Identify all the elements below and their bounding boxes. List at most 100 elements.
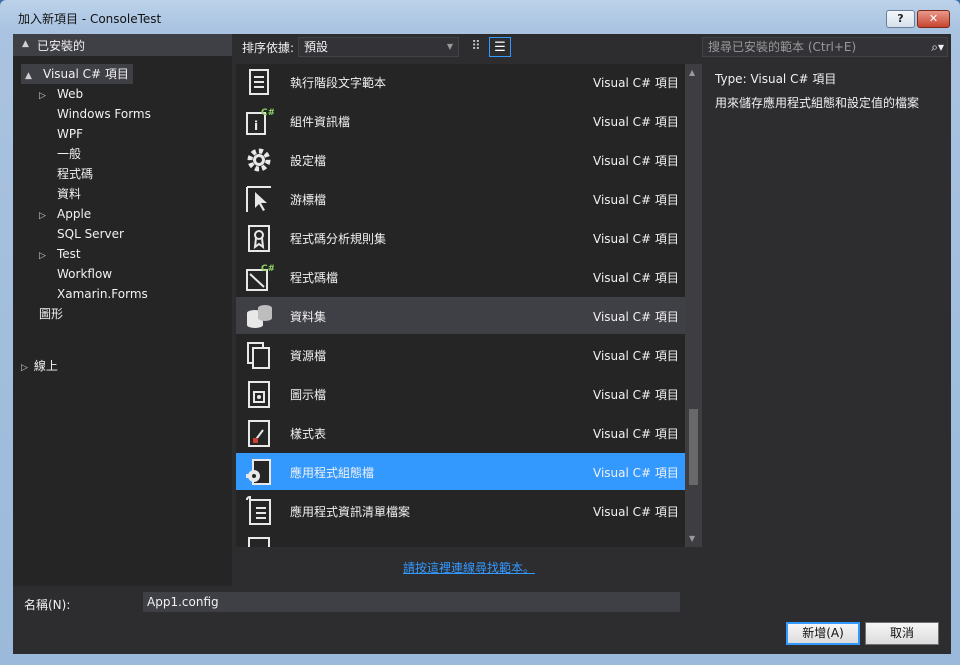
template-language: Visual C# 項目 bbox=[593, 193, 679, 207]
tree-item[interactable]: 圖形 bbox=[21, 304, 63, 324]
template-name: 組件資訊檔 bbox=[290, 115, 351, 129]
template-name: 圖示檔 bbox=[290, 388, 327, 402]
expand-arrow-icon[interactable]: ▷ bbox=[39, 86, 57, 106]
template-name: 游標檔 bbox=[290, 193, 327, 207]
tree-item-label: Test bbox=[57, 247, 81, 261]
template-row[interactable]: 游標檔 Visual C# 項目 bbox=[236, 180, 685, 217]
template-list: 執行階段文字範本 Visual C# 項目 i C# 組件資訊檔 Visual C# 項目… bbox=[236, 64, 685, 547]
search-icon[interactable]: ⌕▾ bbox=[931, 38, 944, 56]
tree-item-label: Visual C# 項目 bbox=[43, 67, 129, 81]
scroll-thumb[interactable] bbox=[689, 409, 698, 485]
template-language: Visual C# 項目 bbox=[593, 232, 679, 246]
tree-item[interactable]: ▷ Web bbox=[39, 84, 83, 104]
template-row[interactable]: 資料集 Visual C# 項目 bbox=[236, 297, 685, 334]
tree-item-label: Workflow bbox=[57, 267, 113, 281]
find-templates-link[interactable]: 請按這裡連線尋找範本。 bbox=[403, 559, 535, 576]
add-button[interactable]: 新增(A) bbox=[786, 622, 860, 645]
tree-item[interactable]: 一般 bbox=[39, 144, 81, 164]
search-input[interactable]: 搜尋已安裝的範本 (Ctrl+E) ⌕▾ bbox=[702, 37, 948, 57]
template-row[interactable]: i C# 組件資訊檔 Visual C# 項目 bbox=[236, 102, 685, 139]
template-row[interactable]: 樣式表 Visual C# 項目 bbox=[236, 414, 685, 451]
tree-item-label: Windows Forms bbox=[57, 107, 151, 121]
template-name: 程式碼檔 bbox=[290, 271, 339, 285]
sort-label: 排序依據: bbox=[242, 41, 295, 55]
info-pane: Type: Visual C# 項目 用來儲存應用程式組態和設定值的檔案 bbox=[702, 64, 951, 547]
installed-header[interactable]: ▲ 已安裝的 bbox=[13, 34, 232, 56]
grid-view-icon[interactable]: ⠿ bbox=[465, 37, 487, 57]
tree-item[interactable]: WPF bbox=[39, 124, 83, 144]
type-value: Visual C# 項目 bbox=[750, 72, 837, 86]
template-language: Visual C# 項目 bbox=[593, 154, 679, 168]
dialog-window: 加入新項目 - ConsoleTest ? ✕ ▲ 已安裝的 ▲ Visual C… bbox=[0, 0, 960, 665]
sort-value: 預設 bbox=[304, 40, 329, 54]
tree-item-label: 一般 bbox=[57, 147, 82, 161]
template-name: 執行階段文字範本 bbox=[290, 76, 387, 90]
dialog-client: ▲ 已安裝的 ▲ Visual C# 項目 ▷ Web Windows Forms WPF… bbox=[13, 34, 951, 654]
title-bar: 加入新項目 - ConsoleTest ? ✕ bbox=[0, 0, 960, 34]
template-name: 應用程式組態檔 bbox=[290, 466, 375, 480]
template-name: 應用程式資訊清單檔案 bbox=[290, 505, 411, 519]
scroll-up-icon[interactable]: ▲ bbox=[689, 68, 695, 77]
sort-select[interactable]: 預設 ▼ bbox=[298, 37, 459, 57]
scroll-down-icon[interactable]: ▼ bbox=[689, 534, 695, 543]
template-language: Visual C# 項目 bbox=[593, 388, 679, 402]
expand-arrow-icon[interactable]: ▷ bbox=[39, 206, 57, 226]
tree-item-label: SQL Server bbox=[57, 227, 124, 241]
template-language: Visual C# 項目 bbox=[593, 310, 679, 324]
template-name: 程式碼分析規則集 bbox=[290, 232, 387, 246]
installed-label: 已安裝的 bbox=[37, 39, 86, 53]
tree-item[interactable]: ▷ Test bbox=[39, 244, 81, 264]
template-name: 資源檔 bbox=[290, 349, 327, 363]
tree-item[interactable]: Xamarin.Forms bbox=[39, 284, 148, 304]
online-label: 線上 bbox=[33, 359, 58, 373]
chevron-down-icon: ▼ bbox=[446, 42, 453, 51]
category-tree: ▲ Visual C# 項目 ▷ Web Windows Forms WPF 一般 程式碼 資料… bbox=[13, 56, 232, 586]
name-field[interactable] bbox=[143, 592, 680, 612]
tree-item[interactable]: 程式碼 bbox=[39, 164, 93, 184]
name-label: 名稱(N): bbox=[24, 598, 71, 612]
assembly-info-icon: iC# bbox=[246, 108, 274, 135]
dataset-icon bbox=[247, 305, 272, 328]
manifest-icon bbox=[246, 496, 271, 525]
template-row[interactable]: 設定檔 Visual C# 項目 bbox=[236, 141, 685, 178]
template-language: Visual C# 項目 bbox=[593, 349, 679, 363]
list-scrollbar[interactable]: ▲ ▼ bbox=[685, 64, 702, 547]
template-row[interactable]: 資源檔 Visual C# 項目 bbox=[236, 336, 685, 373]
code-file-icon: C# bbox=[246, 264, 274, 291]
tree-item[interactable]: Workflow bbox=[39, 264, 112, 284]
template-row[interactable]: C# 程式碼檔 Visual C# 項目 bbox=[236, 258, 685, 295]
cancel-button[interactable]: 取消 bbox=[865, 622, 939, 645]
tree-item-online[interactable]: ▷ 線上 bbox=[21, 356, 58, 376]
resource-file-icon bbox=[247, 342, 270, 369]
tree-item[interactable]: ▷ Apple bbox=[39, 204, 91, 224]
template-language: Visual C# 項目 bbox=[593, 505, 679, 519]
template-description: 用來儲存應用程式組態和設定值的檔案 bbox=[715, 96, 920, 110]
close-button[interactable]: ✕ bbox=[917, 10, 950, 28]
expand-arrow-icon[interactable]: ▲ bbox=[25, 66, 43, 86]
collapse-arrow-icon[interactable]: ▲ bbox=[22, 39, 29, 49]
tree-item-label: WPF bbox=[57, 127, 84, 141]
tree-item[interactable]: SQL Server bbox=[39, 224, 124, 244]
tree-item-label: Xamarin.Forms bbox=[57, 287, 148, 301]
tree-item[interactable]: 資料 bbox=[39, 184, 81, 204]
template-row[interactable]: 應用程式資訊清單檔案 Visual C# 項目 bbox=[236, 492, 685, 529]
template-row[interactable]: 圖示檔 Visual C# 項目 bbox=[236, 375, 685, 412]
template-language: Visual C# 項目 bbox=[593, 115, 679, 129]
list-view-icon[interactable]: ☰ bbox=[489, 37, 511, 57]
template-name: 樣式表 bbox=[290, 427, 327, 441]
search-placeholder: 搜尋已安裝的範本 (Ctrl+E) bbox=[708, 40, 857, 54]
svg-text:i: i bbox=[254, 119, 258, 133]
template-row[interactable]: 應用程式組態檔 Visual C# 項目 bbox=[236, 453, 685, 490]
tree-item[interactable]: ▲ Visual C# 項目 bbox=[21, 64, 133, 84]
template-language: Visual C# 項目 bbox=[593, 271, 679, 285]
expand-arrow-icon[interactable]: ▷ bbox=[21, 363, 28, 373]
icon-file-icon bbox=[248, 381, 270, 408]
expand-arrow-icon[interactable]: ▷ bbox=[39, 246, 57, 266]
bottom-bar: 名稱(N): 新增(A) 取消 bbox=[13, 589, 951, 654]
help-button[interactable]: ? bbox=[886, 10, 915, 28]
tree-item[interactable]: Windows Forms bbox=[39, 104, 151, 124]
template-row[interactable]: 程式碼分析規則集 Visual C# 項目 bbox=[236, 219, 685, 256]
template-row[interactable]: 執行階段文字範本 Visual C# 項目 bbox=[236, 64, 685, 100]
partial-item-icon bbox=[248, 537, 270, 547]
template-row[interactable] bbox=[236, 531, 685, 547]
